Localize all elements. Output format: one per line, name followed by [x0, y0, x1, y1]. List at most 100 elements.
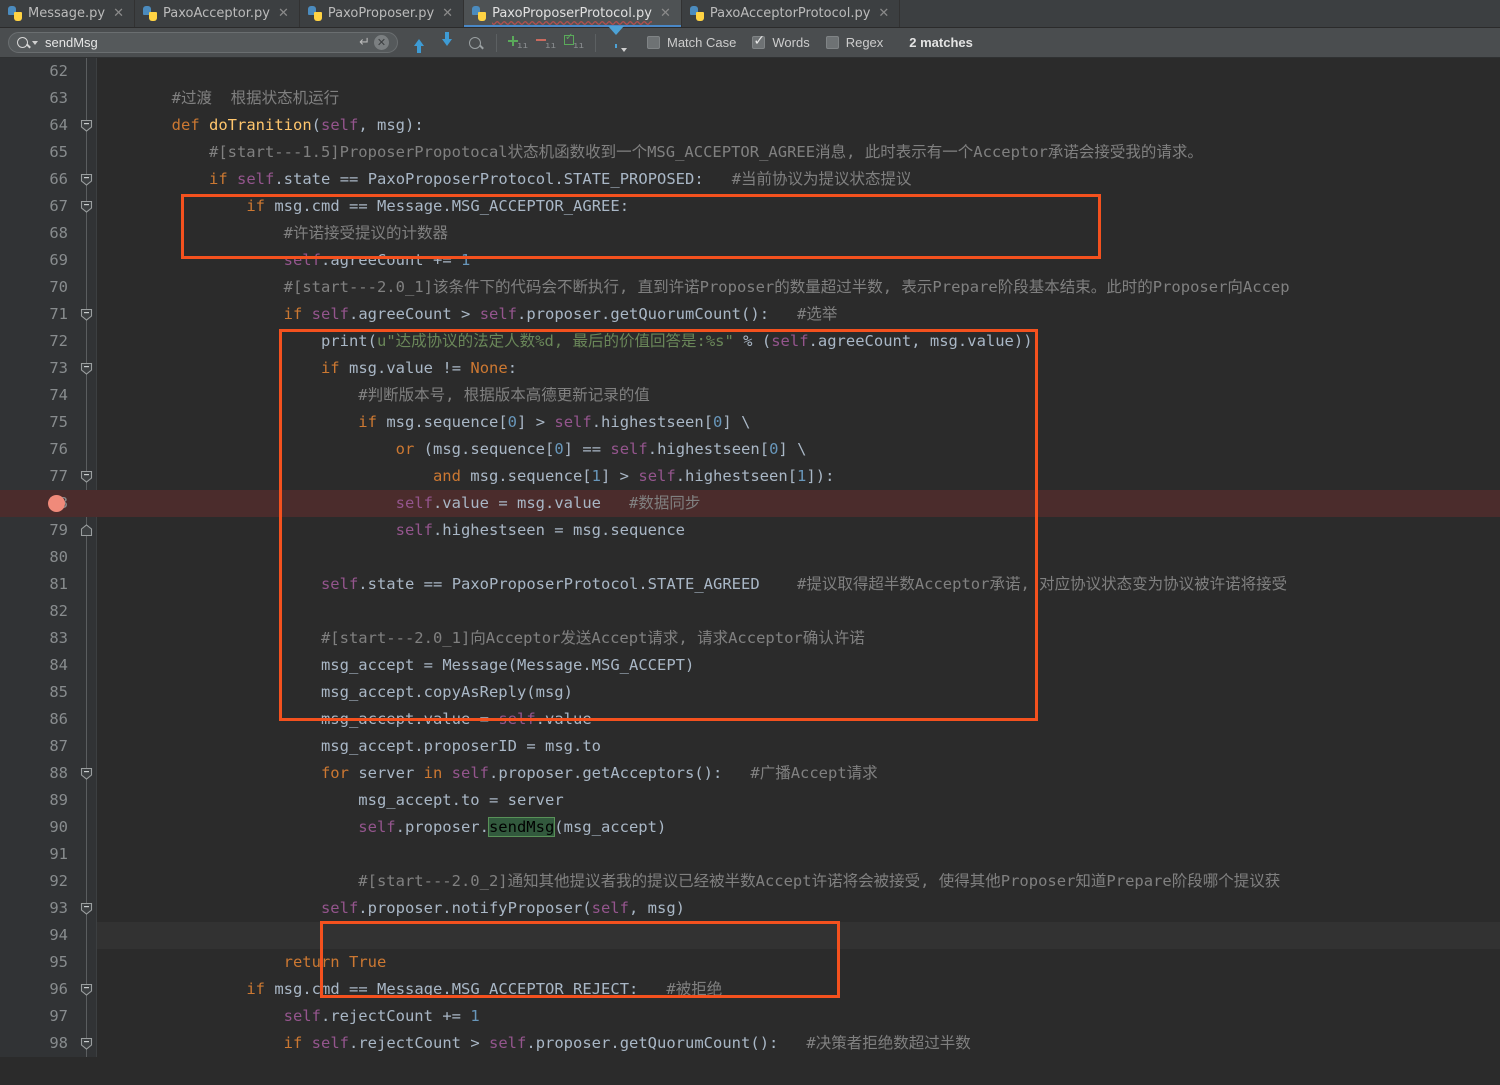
code-line[interactable]: msg_accept.value = self.value	[97, 706, 1500, 733]
code-line[interactable]: if msg.cmd == Message.MSG_ACCEPTOR_REJEC…	[97, 976, 1500, 1003]
code-line[interactable]	[97, 841, 1500, 868]
gutter-row[interactable]: 98	[0, 1030, 97, 1057]
gutter-row[interactable]: 64	[0, 112, 97, 139]
gutter-row[interactable]: 71	[0, 301, 97, 328]
gutter-row[interactable]: 81	[0, 571, 97, 598]
match-case-checkbox[interactable]	[647, 36, 660, 49]
gutter-row[interactable]: 68	[0, 220, 97, 247]
close-icon[interactable]: ✕	[878, 7, 889, 20]
gutter-row[interactable]: 67	[0, 193, 97, 220]
remove-occurrence-button[interactable]: ıı	[535, 32, 557, 54]
code-fold-toggle-icon[interactable]	[80, 362, 93, 375]
regex-option[interactable]: Regex	[825, 35, 883, 50]
gutter-row[interactable]: 86	[0, 706, 97, 733]
code-line[interactable]: #[start---2.0_1]向Acceptor发送Accept请求, 请求A…	[97, 625, 1500, 652]
code-line[interactable]: or (msg.sequence[0] == self.highestseen[…	[97, 436, 1500, 463]
code-line[interactable]: #[start---2.0_1]该条件下的代码会不断执行, 直到许诺Propos…	[97, 274, 1500, 301]
code-line[interactable]	[97, 598, 1500, 625]
gutter-row[interactable]: 75	[0, 409, 97, 436]
gutter-row[interactable]: 65	[0, 139, 97, 166]
filter-button[interactable]	[606, 25, 628, 54]
words-option[interactable]: Words	[752, 33, 810, 50]
words-checkbox[interactable]	[752, 33, 766, 49]
gutter-row[interactable]: 77	[0, 463, 97, 490]
add-occurrence-button[interactable]: ıı	[507, 32, 529, 54]
code-line[interactable]: self.rejectCount += 1	[97, 1003, 1500, 1030]
gutter-row[interactable]: 74	[0, 382, 97, 409]
find-all-button[interactable]	[464, 32, 486, 54]
gutter-row[interactable]: 83	[0, 625, 97, 652]
gutter-row[interactable]: 82	[0, 598, 97, 625]
gutter-row[interactable]: 88	[0, 760, 97, 787]
gutter-row[interactable]: 84	[0, 652, 97, 679]
code-line[interactable]: msg_accept.copyAsReply(msg)	[97, 679, 1500, 706]
code-fold-toggle-icon[interactable]	[80, 200, 93, 213]
close-icon[interactable]: ✕	[442, 7, 453, 20]
code-line[interactable]: if self.agreeCount > self.proposer.getQu…	[97, 301, 1500, 328]
gutter-row[interactable]: 79	[0, 517, 97, 544]
gutter-row[interactable]: 94	[0, 922, 97, 949]
gutter-row[interactable]: 89	[0, 787, 97, 814]
code-line[interactable]: self.proposer.notifyProposer(self, msg)	[97, 895, 1500, 922]
code-line[interactable]	[97, 922, 1500, 949]
gutter-row[interactable]: 66	[0, 166, 97, 193]
code-line[interactable]: msg_accept.proposerID = msg.to	[97, 733, 1500, 760]
code-line[interactable]: msg_accept = Message(Message.MSG_ACCEPT)	[97, 652, 1500, 679]
gutter-row[interactable]: 96	[0, 976, 97, 1003]
code-line[interactable]	[97, 58, 1500, 85]
code-line[interactable]: #过渡 根据状态机运行	[97, 85, 1500, 112]
gutter-row[interactable]: 95	[0, 949, 97, 976]
code-fold-toggle-icon[interactable]	[80, 119, 93, 132]
code-lines-container[interactable]: #过渡 根据状态机运行 def doTranition(self, msg): …	[97, 58, 1500, 1057]
code-fold-toggle-icon[interactable]	[80, 173, 93, 186]
code-line[interactable]: msg_accept.to = server	[97, 787, 1500, 814]
code-line[interactable]: #许诺接受提议的计数器	[97, 220, 1500, 247]
gutter-row[interactable]: 80	[0, 544, 97, 571]
code-line[interactable]: if msg.sequence[0] > self.highestseen[0]…	[97, 409, 1500, 436]
code-line[interactable]: print(u"达成协议的法定人数%d, 最后的价值回答是:%s" % (sel…	[97, 328, 1500, 355]
breakpoint-marker[interactable]	[48, 495, 65, 512]
close-icon[interactable]: ✕	[660, 7, 671, 20]
close-icon[interactable]: ✕	[113, 7, 124, 20]
code-line[interactable]	[97, 544, 1500, 571]
code-line[interactable]: if self.rejectCount > self.proposer.getQ…	[97, 1030, 1500, 1057]
gutter-row[interactable]: 70	[0, 274, 97, 301]
code-line[interactable]: for server in self.proposer.getAcceptors…	[97, 760, 1500, 787]
code-line[interactable]: #[start---1.5]ProposerPropotocal状态机函数收到一…	[97, 139, 1500, 166]
code-line[interactable]: #[start---2.0_2]通知其他提议者我的提议已经被半数Accept许诺…	[97, 868, 1500, 895]
search-input[interactable]: sendMsg ↵ ✕	[8, 32, 398, 53]
find-next-button[interactable]	[436, 32, 458, 54]
code-line[interactable]: and msg.sequence[1] > self.highestseen[1…	[97, 463, 1500, 490]
code-line[interactable]: #判断版本号, 根据版本高德更新记录的值	[97, 382, 1500, 409]
gutter-row[interactable]: 62	[0, 58, 97, 85]
gutter-row[interactable]: 91	[0, 841, 97, 868]
editor-viewport[interactable]: 62 63 64 65 66 67 68 69 70 71 72 73 74 75 76 77 78…	[0, 58, 1500, 1057]
gutter-row[interactable]: 87	[0, 733, 97, 760]
code-line[interactable]: self.agreeCount += 1	[97, 247, 1500, 274]
code-line[interactable]: self.proposer.sendMsg(msg_accept)	[97, 814, 1500, 841]
code-line[interactable]: self.value = msg.value #数据同步	[97, 490, 1500, 517]
close-icon[interactable]: ✕	[278, 7, 289, 20]
tab-paxoproposer-py[interactable]: PaxoProposer.py ✕	[299, 0, 465, 27]
tab-paxoacceptorprotocol-py[interactable]: PaxoAcceptorProtocol.py ✕	[681, 0, 901, 27]
code-line[interactable]: if msg.value != None:	[97, 355, 1500, 382]
code-fold-toggle-icon[interactable]	[80, 1037, 93, 1050]
code-line[interactable]: self.highestseen = msg.sequence	[97, 517, 1500, 544]
tab-message-py[interactable]: Message.py ✕	[0, 0, 135, 27]
code-line[interactable]: return True	[97, 949, 1500, 976]
code-fold-toggle-icon[interactable]	[80, 902, 93, 915]
code-line[interactable]: def doTranition(self, msg):	[97, 112, 1500, 139]
gutter-row[interactable]: 73	[0, 355, 97, 382]
gutter-row[interactable]: 92	[0, 868, 97, 895]
search-query-text[interactable]: sendMsg	[45, 35, 355, 50]
code-fold-toggle-icon[interactable]	[80, 983, 93, 996]
gutter-row[interactable]: 69	[0, 247, 97, 274]
enter-icon[interactable]: ↵	[359, 35, 370, 50]
code-fold-toggle-icon[interactable]	[80, 524, 93, 537]
gutter-row[interactable]: 63	[0, 85, 97, 112]
code-fold-toggle-icon[interactable]	[80, 767, 93, 780]
match-case-option[interactable]: Match Case	[647, 35, 736, 50]
code-line[interactable]: if self.state == PaxoProposerProtocol.ST…	[97, 166, 1500, 193]
code-line[interactable]: self.state == PaxoProposerProtocol.STATE…	[97, 571, 1500, 598]
find-previous-button[interactable]	[408, 32, 430, 54]
